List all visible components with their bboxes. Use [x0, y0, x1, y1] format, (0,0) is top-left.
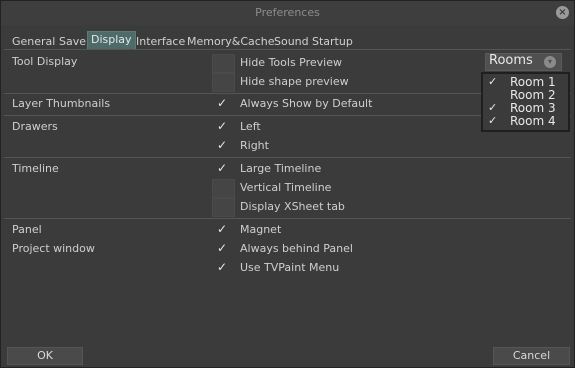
tab-memory-cache[interactable]: Memory&Cache — [187, 34, 275, 49]
option-label: Right — [240, 139, 269, 152]
section-label-tool-display: Tool Display — [12, 55, 78, 68]
checkmark-icon[interactable]: ✓ — [217, 118, 229, 135]
checkmark-icon: ✓ — [488, 101, 498, 114]
option-label: Always Show by Default — [240, 97, 373, 110]
divider — [4, 157, 571, 158]
preferences-window: Preferences × General Save Display Inter… — [0, 0, 575, 368]
rooms-dropdown-label: Rooms — [489, 53, 533, 68]
section-label-drawers: Drawers — [12, 120, 58, 133]
checkmark-icon[interactable]: ✓ — [217, 160, 229, 177]
checkbox[interactable] — [212, 73, 235, 92]
section-label-timeline: Timeline — [12, 162, 59, 175]
checkmark-icon[interactable]: ✓ — [217, 95, 229, 112]
option-label: Hide Tools Preview — [240, 56, 342, 69]
title-bar: Preferences × — [1, 1, 574, 25]
option-label: Use TVPaint Menu — [240, 261, 340, 274]
menu-item-label: Room 3 — [510, 101, 556, 115]
divider — [4, 218, 571, 219]
checkbox[interactable] — [212, 54, 235, 73]
option-label: Left — [240, 120, 261, 133]
option-label: Always behind Panel — [240, 242, 353, 255]
tab-save[interactable]: Save — [59, 34, 86, 49]
option-label: Display XSheet tab — [240, 200, 345, 213]
option-label: Vertical Timeline — [240, 181, 332, 194]
tab-startup[interactable]: Startup — [312, 34, 353, 49]
option-label: Magnet — [240, 223, 282, 236]
window-title: Preferences — [255, 6, 320, 19]
cancel-button[interactable]: Cancel — [493, 347, 570, 365]
section-label-layer-thumbnails: Layer Thumbnails — [12, 97, 111, 110]
checkbox[interactable] — [212, 198, 235, 217]
ok-button[interactable]: OK — [7, 347, 83, 365]
menu-item-room-4[interactable]: ✓ Room 4 — [483, 114, 568, 128]
tab-sound[interactable]: Sound — [274, 34, 309, 49]
checkmark-icon[interactable]: ✓ — [217, 137, 229, 154]
close-icon[interactable]: × — [556, 6, 569, 19]
checkmark-icon: ✓ — [488, 75, 498, 88]
checkbox[interactable] — [212, 179, 235, 198]
section-label-panel: Panel — [12, 223, 42, 236]
menu-item-label: Room 1 — [510, 75, 556, 89]
menu-item-label: Room 4 — [510, 114, 556, 128]
section-label-project-window: Project window — [12, 242, 95, 255]
tab-display[interactable]: Display — [87, 31, 136, 50]
checkmark-icon[interactable]: ✓ — [217, 221, 229, 238]
checkmark-icon[interactable]: ✓ — [217, 259, 229, 276]
checkmark-icon: ✓ — [488, 114, 498, 127]
rooms-menu: ✓ Room 1 Room 2 ✓ Room 3 ✓ Room 4 — [481, 72, 570, 132]
rooms-dropdown[interactable]: Rooms ▾ — [485, 53, 562, 71]
chevron-down-icon: ▾ — [544, 56, 556, 68]
option-label: Hide shape preview — [240, 75, 349, 88]
option-label: Large Timeline — [240, 162, 322, 175]
menu-item-label: Room 2 — [510, 88, 556, 102]
tab-general[interactable]: General — [12, 34, 55, 49]
checkmark-icon[interactable]: ✓ — [217, 240, 229, 257]
tab-interface[interactable]: Interface — [136, 34, 185, 49]
